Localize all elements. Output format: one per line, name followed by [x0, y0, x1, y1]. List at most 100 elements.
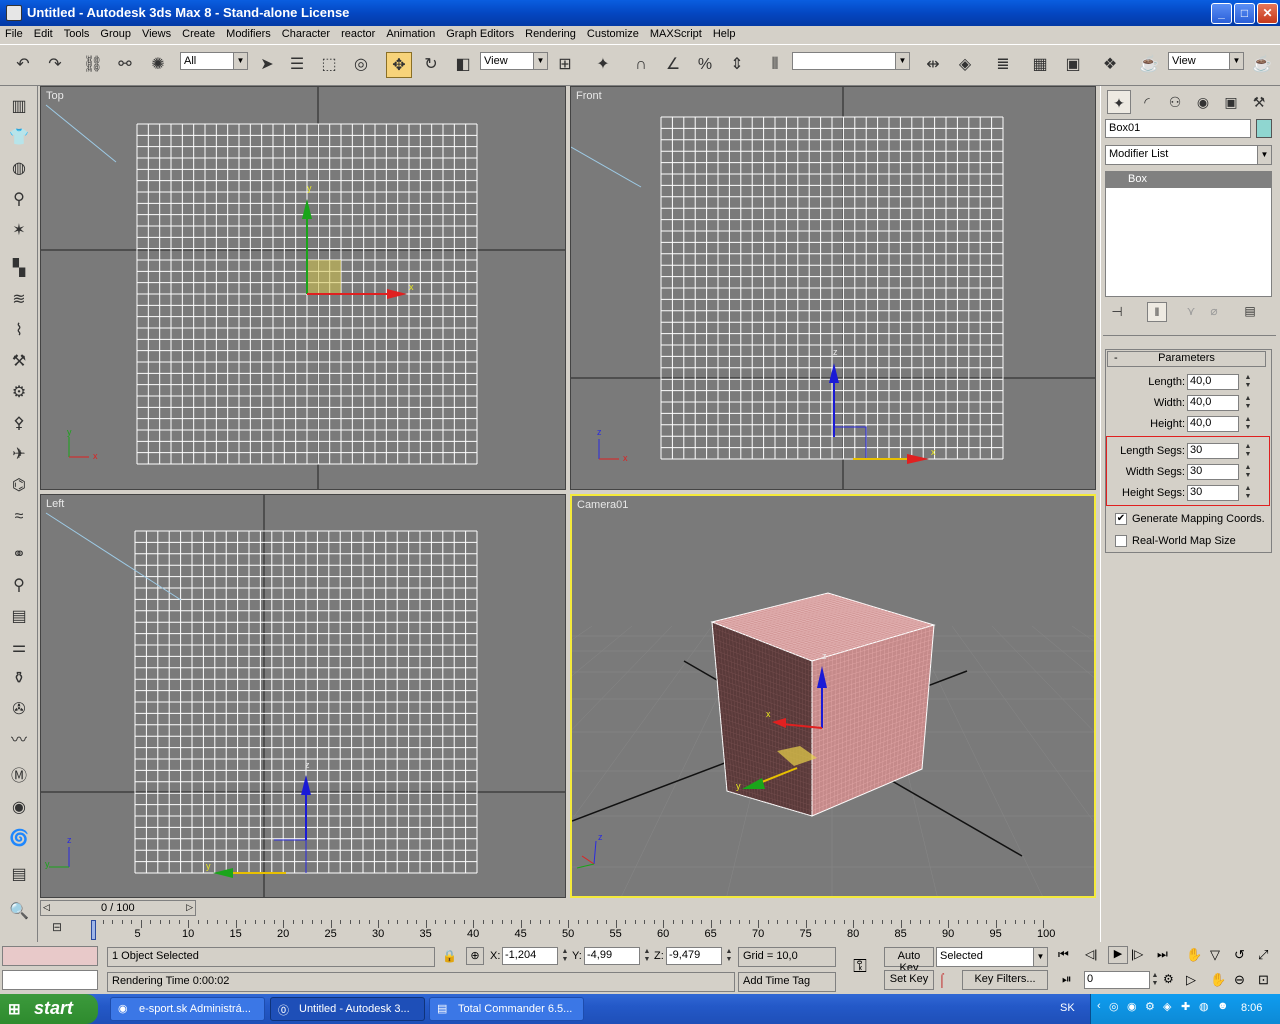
fracture-tool-icon[interactable]: 〰: [8, 730, 30, 752]
play-icon[interactable]: ▶: [1108, 946, 1128, 964]
window-crossing-icon[interactable]: ◎: [348, 52, 374, 78]
modifier-list-dropdown[interactable]: Modifier List ▼: [1105, 145, 1272, 165]
height-field[interactable]: 40,0: [1187, 416, 1239, 432]
track-bar[interactable]: 5 10 15 20 25 30 35 40 45 50 55 60 65 70 75 80 85 90 95 100: [88, 920, 1098, 942]
create-tab-icon[interactable]: ✦: [1107, 90, 1131, 114]
select-link-icon[interactable]: ⛓: [80, 52, 106, 78]
viewport-label-front[interactable]: Front: [576, 90, 602, 102]
goto-end-icon[interactable]: ⏭: [1157, 947, 1168, 962]
wind-icon[interactable]: ⚙: [8, 382, 30, 404]
minimize-button[interactable]: _: [1211, 3, 1232, 24]
menu-graph-editors[interactable]: Graph Editors: [441, 26, 520, 40]
point-path-icon[interactable]: ✇: [8, 699, 30, 721]
start-button[interactable]: ⊞ start: [0, 994, 98, 1024]
chevron-left-icon[interactable]: ◁: [43, 902, 50, 913]
chevron-right-icon[interactable]: ▷: [186, 902, 193, 913]
curve-editor-icon[interactable]: ▦: [1027, 52, 1053, 78]
menu-views[interactable]: Views: [137, 26, 177, 40]
truck-icon[interactable]: ✋: [1210, 972, 1226, 988]
auto-key-button[interactable]: Auto Key: [884, 947, 934, 974]
length-field[interactable]: 40,0: [1187, 374, 1239, 390]
next-frame-icon[interactable]: |▷: [1131, 947, 1143, 961]
select-by-name-icon[interactable]: ☰: [284, 52, 310, 78]
height-segs-field[interactable]: 30: [1187, 485, 1239, 501]
menu-maxscript[interactable]: MAXScript: [645, 26, 708, 40]
x-coord-field[interactable]: -1,204: [502, 947, 558, 965]
viewport-top[interactable]: Top y x y x: [40, 86, 566, 490]
point-point-icon[interactable]: ▤: [8, 606, 30, 628]
maximize-button[interactable]: □: [1234, 3, 1255, 24]
height-segs-spinner-icon[interactable]: ▲ ▼: [1243, 485, 1253, 501]
rectangle-selection-icon[interactable]: ⬚: [316, 52, 342, 78]
length-segs-field[interactable]: 30: [1187, 443, 1239, 459]
soft-body-modifier-icon[interactable]: ◉: [8, 797, 30, 819]
menu-group[interactable]: Group: [95, 26, 137, 40]
key-mode-toggle-icon[interactable]: ⏯: [1062, 972, 1072, 987]
set-key-icon[interactable]: ⚿: [842, 956, 878, 980]
select-object-icon[interactable]: ➤: [254, 52, 280, 78]
maxscript-listener-pink[interactable]: [2, 946, 98, 966]
viewport-label-camera[interactable]: Camera01: [577, 499, 628, 511]
length-segs-spinner-icon[interactable]: ▲ ▼: [1243, 443, 1253, 459]
hinge-icon[interactable]: ⚲: [8, 575, 30, 597]
tray-icon-1[interactable]: ◎: [1109, 1000, 1119, 1013]
select-and-move-icon[interactable]: ✥: [386, 52, 412, 78]
menu-character[interactable]: Character: [277, 26, 336, 40]
select-and-rotate-icon[interactable]: ↻: [418, 52, 444, 78]
language-indicator[interactable]: SK: [1060, 1002, 1075, 1014]
menu-create[interactable]: Create: [177, 26, 221, 40]
orbit-icon[interactable]: ↺: [1234, 947, 1245, 963]
configure-modifier-sets-icon[interactable]: ▤: [1241, 304, 1259, 322]
prismatic-icon[interactable]: ⚌: [8, 637, 30, 659]
object-color-swatch[interactable]: [1256, 119, 1272, 138]
tray-icon-5[interactable]: ✚: [1181, 1000, 1190, 1013]
quick-render-icon[interactable]: ☕: [1249, 52, 1275, 78]
mirror-icon[interactable]: ⇹: [920, 52, 946, 78]
pan-icon[interactable]: ✋: [1186, 947, 1202, 963]
width-spinner-icon[interactable]: ▲ ▼: [1243, 395, 1253, 411]
analyze-world-icon[interactable]: 🔍: [8, 901, 30, 923]
render-view-dropdown[interactable]: View ▼: [1168, 52, 1244, 70]
task-total-commander[interactable]: ▤ Total Commander 6.5...: [429, 997, 584, 1021]
display-tab-icon[interactable]: ▣: [1219, 90, 1243, 114]
zoom-extents-icon[interactable]: ⊡: [1258, 972, 1269, 988]
tray-icon-4[interactable]: ◈: [1163, 1000, 1171, 1013]
layer-manager-icon[interactable]: ≣: [990, 52, 1016, 78]
real-world-map-checkbox[interactable]: [1115, 535, 1127, 547]
absolute-mode-icon[interactable]: ⊕: [466, 947, 484, 965]
rope-modifier-icon[interactable]: 🌀: [8, 828, 30, 850]
utilities-tab-icon[interactable]: ⚒: [1247, 90, 1271, 114]
schematic-view-icon[interactable]: ▣: [1060, 52, 1086, 78]
material-editor-icon[interactable]: ❖: [1097, 52, 1123, 78]
ragdoll-icon[interactable]: ⚭: [8, 544, 30, 566]
maximize-viewport-icon[interactable]: ⤢: [1258, 947, 1268, 963]
named-selection-sets-dropdown[interactable]: ▼: [792, 52, 910, 70]
motion-tab-icon[interactable]: ◉: [1191, 90, 1215, 114]
viewport-label-left[interactable]: Left: [46, 498, 64, 510]
hierarchy-tab-icon[interactable]: ⚇: [1163, 90, 1187, 114]
align-icon[interactable]: ◈: [952, 52, 978, 78]
menu-animation[interactable]: Animation: [381, 26, 441, 40]
water-icon[interactable]: ⌬: [8, 475, 30, 497]
height-spinner-icon[interactable]: ▲ ▼: [1243, 416, 1253, 432]
car-wheel-icon[interactable]: ⚱: [8, 668, 30, 690]
task-3dsmax[interactable]: ⓪ Untitled - Autodesk 3...: [270, 997, 425, 1021]
key-mode-dropdown[interactable]: Selected ▼: [936, 947, 1048, 967]
undo-icon[interactable]: ↶: [10, 52, 36, 78]
generate-mapping-checkbox[interactable]: ✔: [1115, 513, 1127, 525]
goto-start-icon[interactable]: ⏮: [1058, 947, 1069, 962]
dashpot-icon[interactable]: ⌇: [8, 320, 30, 342]
use-pivot-center-icon[interactable]: ⊞: [552, 52, 578, 78]
close-button[interactable]: ✕: [1257, 3, 1278, 24]
time-slider[interactable]: ◁ 0 / 100 ▷: [40, 900, 196, 916]
current-frame-field[interactable]: 0: [1084, 971, 1150, 989]
parameters-rollout-header[interactable]: - Parameters: [1107, 351, 1266, 367]
time-configuration-icon[interactable]: ⚙: [1163, 972, 1174, 986]
motor-icon[interactable]: ⚒: [8, 351, 30, 373]
time-slider-cursor[interactable]: [91, 920, 96, 940]
menu-file[interactable]: File: [0, 26, 29, 40]
unlink-icon[interactable]: ⚯: [112, 52, 138, 78]
edit-named-selection-icon[interactable]: ⦀: [762, 52, 788, 78]
default-tangents-icon[interactable]: ⌠: [938, 972, 958, 990]
field-of-view-icon[interactable]: ▽: [1210, 947, 1220, 963]
